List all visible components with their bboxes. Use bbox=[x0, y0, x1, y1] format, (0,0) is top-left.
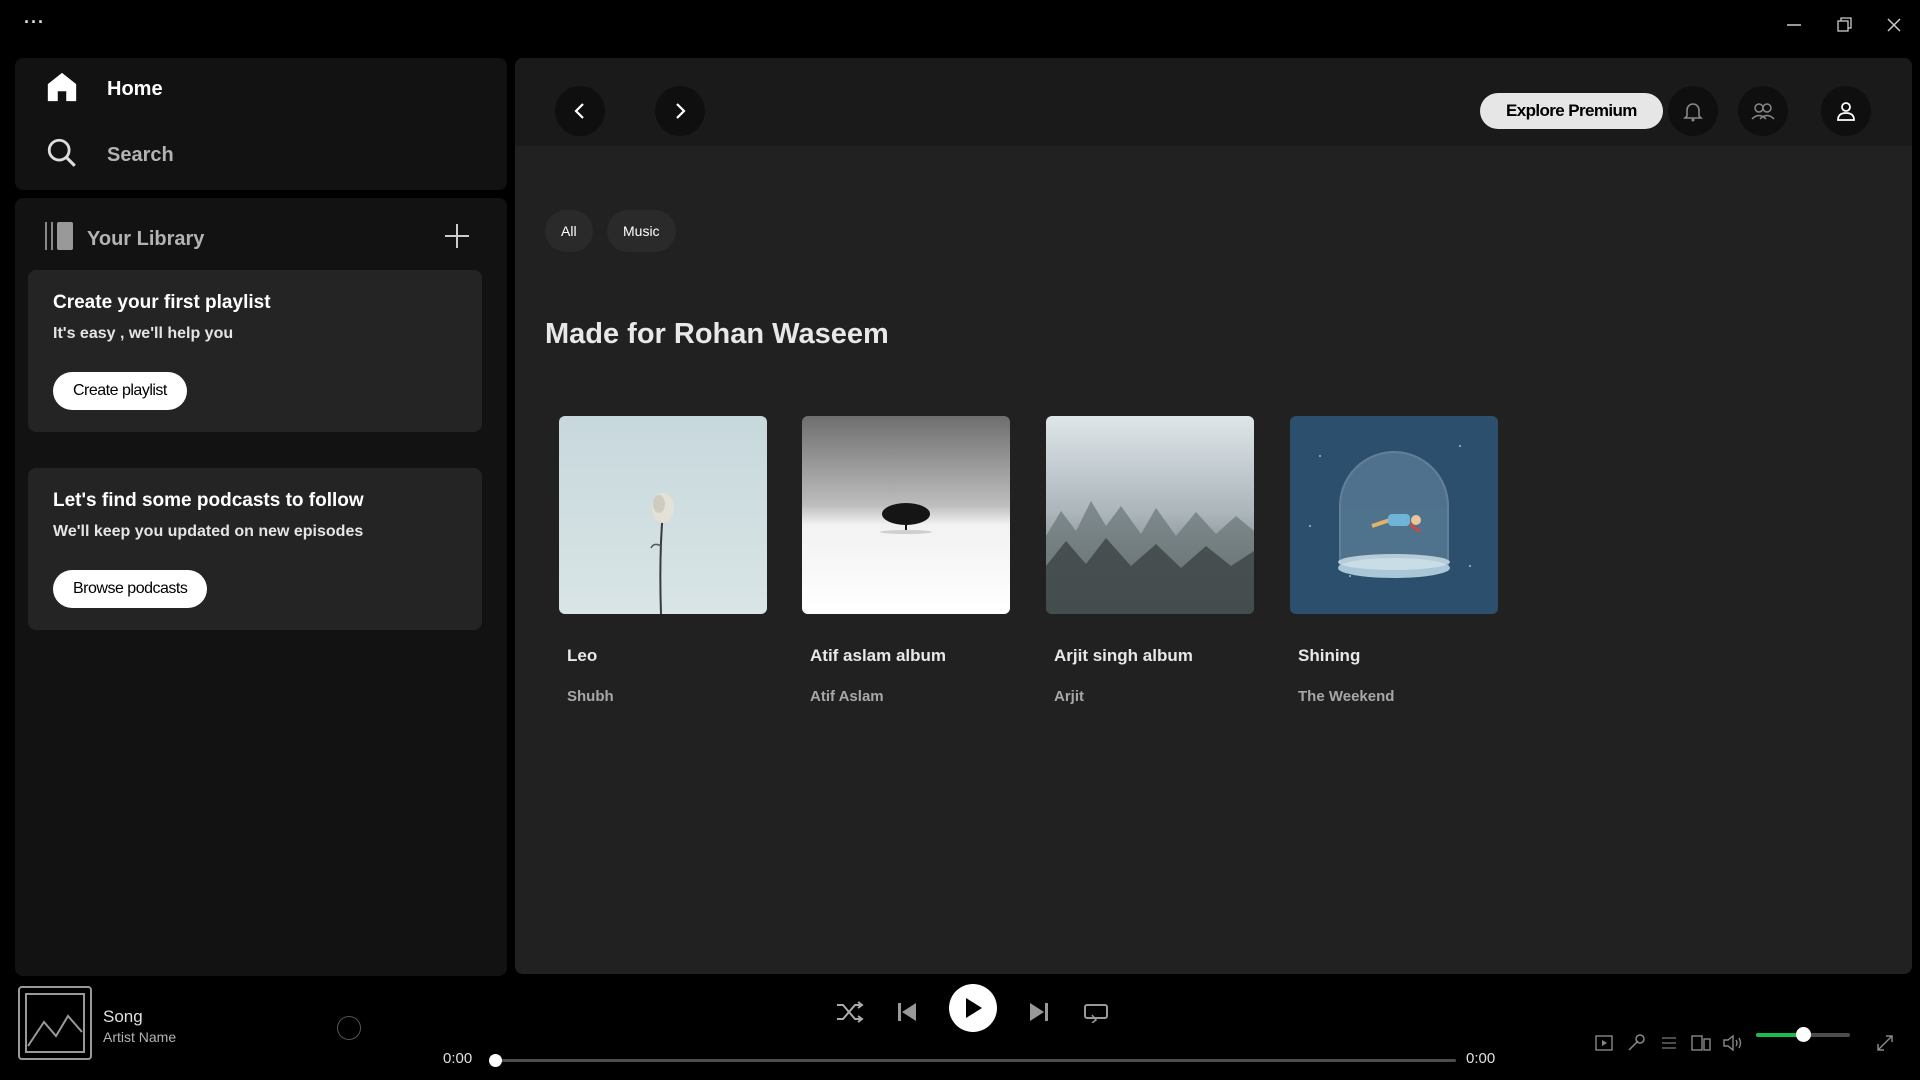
volume-handle[interactable] bbox=[1796, 1027, 1811, 1042]
queue-icon[interactable] bbox=[1658, 1032, 1680, 1054]
create-playlist-subtitle: It's easy , we'll help you bbox=[53, 325, 234, 342]
plus-icon[interactable] bbox=[443, 222, 471, 250]
library-panel: Your Library Create your first playlist … bbox=[15, 198, 507, 976]
connect-device-icon[interactable] bbox=[1690, 1032, 1712, 1054]
album-artist: Atif Aslam bbox=[810, 688, 884, 705]
now-playing-artist[interactable]: Artist Name bbox=[103, 1029, 176, 1045]
now-playing-art bbox=[18, 986, 92, 1060]
player-bar: Song Artist Name 0:00 0:00 bbox=[0, 976, 1920, 1080]
close-icon[interactable] bbox=[1882, 13, 1906, 37]
forward-arrow-icon[interactable] bbox=[655, 86, 705, 136]
previous-icon[interactable] bbox=[889, 994, 925, 1030]
album-cover-image bbox=[559, 416, 767, 614]
album-title: Arjit singh album bbox=[1054, 646, 1193, 665]
now-playing-song[interactable]: Song bbox=[103, 1007, 143, 1027]
create-playlist-card: Create your first playlist It's easy , w… bbox=[28, 270, 482, 432]
filter-chip-music[interactable]: Music bbox=[607, 210, 676, 252]
filter-chip-all[interactable]: All bbox=[545, 210, 593, 252]
restore-icon[interactable] bbox=[1832, 13, 1856, 37]
time-total: 0:00 bbox=[1466, 1050, 1496, 1067]
create-playlist-button[interactable]: Create playlist bbox=[53, 372, 187, 410]
podcasts-card: Let's find some podcasts to follow We'll… bbox=[28, 468, 482, 630]
progress-bar[interactable] bbox=[489, 1054, 1456, 1067]
play-button[interactable] bbox=[949, 984, 997, 1032]
fullscreen-icon[interactable] bbox=[1874, 1032, 1896, 1054]
album-cover-image bbox=[1046, 416, 1254, 614]
album-title: Leo bbox=[567, 646, 598, 665]
nav-search[interactable]: Search bbox=[45, 136, 174, 175]
nav-home-label: Home bbox=[107, 78, 163, 100]
album-cover-image bbox=[802, 416, 1010, 614]
album-title: Atif aslam album bbox=[810, 646, 947, 665]
album-artist: Arjit bbox=[1054, 688, 1084, 705]
shuffle-icon[interactable] bbox=[832, 994, 868, 1030]
main-header: Explore Premium bbox=[515, 58, 1912, 146]
nav-home[interactable]: Home bbox=[45, 70, 163, 109]
explore-premium-button[interactable]: Explore Premium bbox=[1480, 93, 1663, 129]
library-icon bbox=[43, 220, 77, 258]
search-icon bbox=[45, 136, 79, 175]
now-playing-view-icon[interactable] bbox=[1593, 1032, 1615, 1054]
create-playlist-title: Create your first playlist bbox=[53, 292, 271, 313]
main-content: Explore Premium All Music Made for Rohan… bbox=[515, 58, 1912, 974]
nav-search-label: Search bbox=[107, 144, 174, 166]
album-artist: The Weekend bbox=[1298, 688, 1395, 705]
library-header[interactable]: Your Library bbox=[43, 220, 204, 258]
add-to-library-icon[interactable] bbox=[337, 1016, 361, 1040]
repeat-icon[interactable] bbox=[1078, 994, 1114, 1030]
minimize-icon[interactable] bbox=[1782, 13, 1806, 37]
home-icon bbox=[45, 70, 79, 109]
time-current: 0:00 bbox=[443, 1050, 473, 1067]
user-icon[interactable] bbox=[1821, 86, 1871, 136]
album-title: Shining bbox=[1298, 646, 1361, 665]
volume-slider[interactable] bbox=[1756, 1027, 1850, 1042]
library-title: Your Library bbox=[87, 227, 205, 250]
section-title: Made for Rohan Waseem bbox=[545, 318, 889, 350]
title-bar: ··· bbox=[0, 0, 1920, 50]
volume-icon[interactable] bbox=[1722, 1032, 1744, 1054]
nav-panel: Home Search bbox=[15, 58, 507, 190]
lyrics-icon[interactable] bbox=[1625, 1032, 1647, 1054]
browse-podcasts-button[interactable]: Browse podcasts bbox=[53, 570, 208, 608]
back-arrow-icon[interactable] bbox=[555, 86, 605, 136]
album-artist: Shubh bbox=[567, 688, 614, 705]
friends-icon[interactable] bbox=[1738, 86, 1788, 136]
podcasts-title: Let's find some podcasts to follow bbox=[53, 490, 364, 511]
podcasts-subtitle: We'll keep you updated on new episodes bbox=[53, 523, 364, 540]
bell-icon[interactable] bbox=[1668, 86, 1718, 136]
album-cover-image bbox=[1290, 416, 1498, 614]
next-icon[interactable] bbox=[1021, 994, 1057, 1030]
progress-handle[interactable] bbox=[489, 1054, 502, 1067]
more-dots-icon[interactable]: ··· bbox=[24, 12, 45, 33]
